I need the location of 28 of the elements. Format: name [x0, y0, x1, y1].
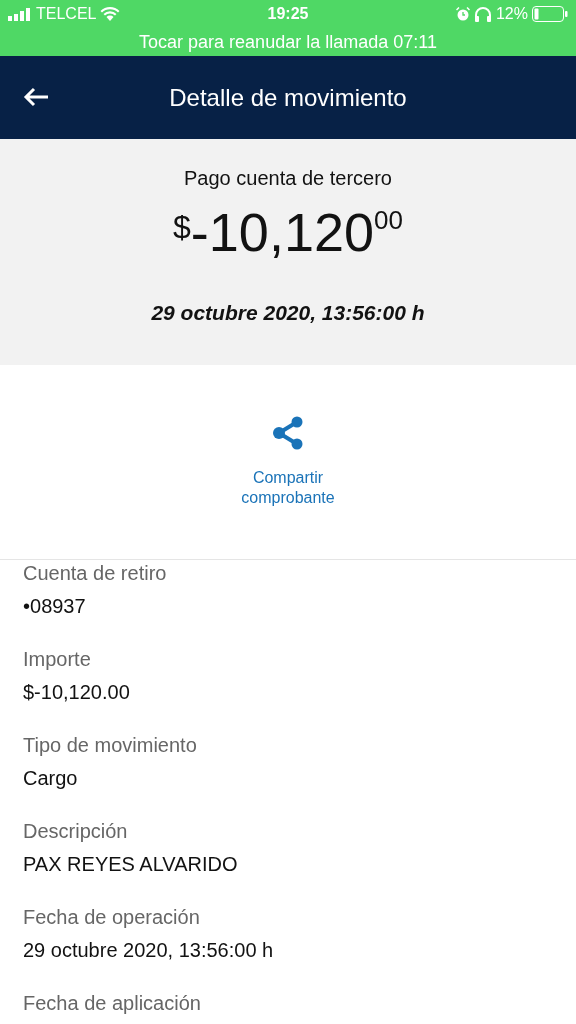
field-value: •08937 [23, 594, 87, 619]
wifi-icon [100, 7, 121, 21]
field-value: 29 octubre 2020, 13:56:00 h [23, 938, 275, 963]
status-time: 19:25 [267, 4, 309, 24]
carrier-name: TELCEL [36, 4, 97, 24]
field-value: Cargo [23, 766, 79, 791]
screen-title: Detalle de movimiento [169, 82, 407, 113]
amount-cents: 00 [374, 207, 403, 233]
headphones-icon [473, 6, 492, 22]
field-value: $-10,120.00 [23, 680, 131, 705]
field-label: Fecha de aplicación [23, 991, 202, 1016]
field-label: Tipo de movimiento [23, 733, 198, 758]
currency-symbol: $ [173, 211, 191, 243]
share-receipt-button[interactable]: Compartir comprobante [228, 416, 348, 508]
field-label: Importe [23, 647, 92, 672]
battery-icon [532, 6, 568, 22]
share-icon [272, 416, 304, 450]
alarm-clock-icon [455, 7, 470, 21]
movement-datetime: 29 octubre 2020, 13:56:00 h [151, 300, 425, 326]
field-label: Fecha de operación [23, 905, 201, 930]
signal-icon [8, 7, 32, 21]
field-label: Cuenta de retiro [23, 561, 168, 586]
field-label: Descripción [23, 819, 129, 844]
battery-percentage: 12% [495, 4, 528, 24]
amount: -10,120 [190, 205, 374, 259]
back-arrow-icon [23, 87, 49, 107]
movement-concept: Pago cuenta de tercero [184, 166, 392, 191]
field-value: PAX REYES ALVARIDO [23, 852, 239, 877]
